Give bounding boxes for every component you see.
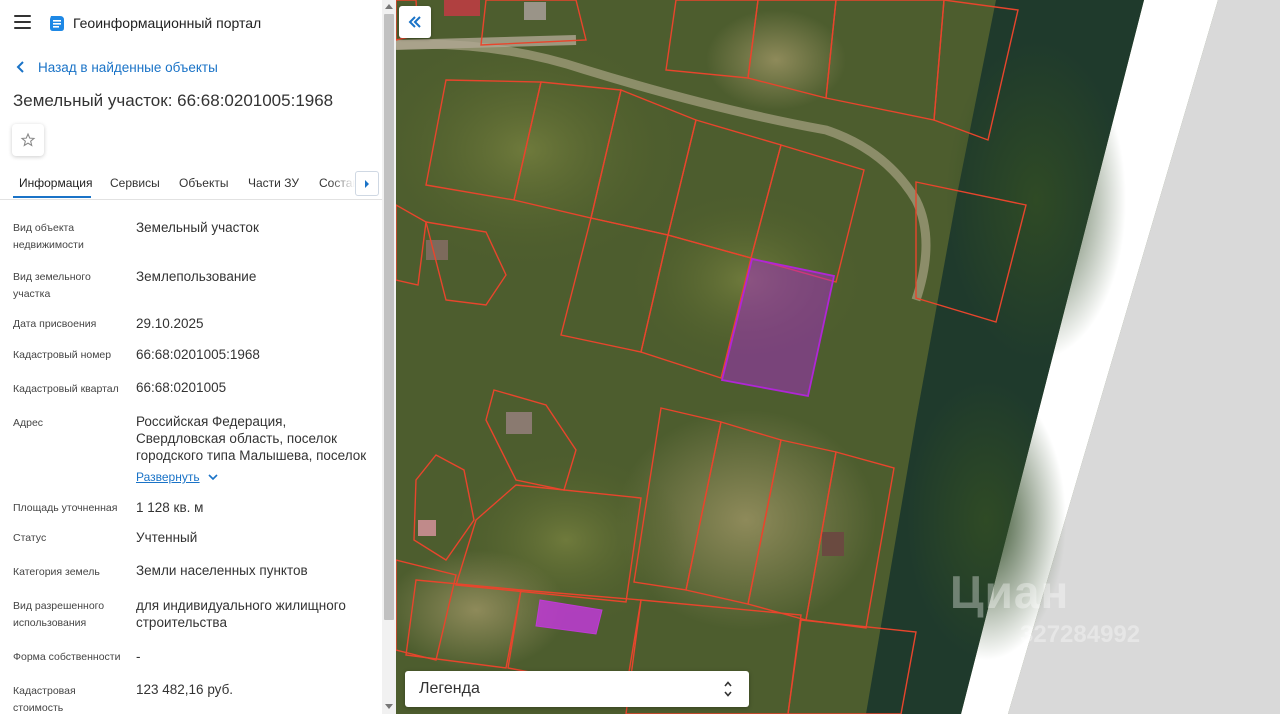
prop-label: Кадастровый квартал — [13, 383, 119, 395]
favorite-button[interactable] — [12, 124, 44, 156]
tab-info[interactable]: Информация — [19, 176, 92, 190]
back-to-results-link[interactable]: Назад в найденные объекты — [16, 59, 218, 75]
back-link-label: Назад в найденные объекты — [38, 59, 218, 75]
collapse-panel-button[interactable] — [399, 6, 431, 38]
caret-right-icon — [365, 179, 369, 188]
prop-label: Адрес — [13, 417, 44, 429]
prop-label: Вид земельного участка — [13, 271, 91, 300]
tab-services[interactable]: Сервисы — [110, 176, 160, 190]
panel-scrollbar[interactable] — [382, 0, 396, 714]
prop-label: Вид разрешенного использования — [13, 600, 105, 629]
page-title: Земельный участок: 66:68:0201005:1968 — [13, 91, 334, 110]
prop-label: Вид объекта недвижимости — [13, 222, 84, 251]
active-tab-indicator — [13, 196, 91, 198]
watermark-brand: Циан — [950, 566, 1070, 618]
prop-value: 1 128 кв. м — [136, 500, 204, 515]
prop-value: Земли населенных пунктов — [136, 563, 308, 578]
prop-label: Дата присвоения — [13, 318, 97, 330]
tab-objects[interactable]: Объекты — [179, 176, 229, 190]
portal-title: Геоинформационный портал — [73, 15, 262, 31]
info-panel: Геоинформационный портал Назад в найденн… — [0, 0, 382, 714]
tab-parts[interactable]: Части ЗУ — [248, 176, 299, 190]
prop-value: Учтенный — [136, 530, 198, 545]
scroll-up-arrow-icon[interactable] — [385, 4, 393, 9]
expand-address-link[interactable]: Развернуть — [136, 470, 219, 484]
prop-value: 66:68:0201005:1968 — [136, 347, 260, 362]
legend-label: Легенда — [419, 680, 480, 697]
prop-value: Землепользование — [136, 269, 257, 284]
prop-label: Форма собственности — [13, 651, 121, 663]
chevron-down-icon — [208, 474, 218, 481]
legend-dropdown[interactable]: Легенда — [405, 671, 749, 707]
prop-value: Земельный участок — [136, 220, 259, 235]
prop-label: Кадастровая стоимость — [13, 685, 76, 714]
tabs-scroll-right-button[interactable] — [355, 171, 379, 196]
map-view[interactable] — [396, 0, 1280, 714]
star-icon — [20, 132, 36, 147]
up-down-arrows-icon — [724, 681, 732, 697]
prop-value: 123 482,16 руб. — [136, 682, 234, 697]
watermark-phone: 327284992 — [1020, 621, 1141, 648]
scroll-down-arrow-icon[interactable] — [385, 704, 393, 709]
prop-label: Кадастровый номер — [13, 349, 112, 361]
prop-label: Категория земель — [13, 566, 100, 578]
prop-label: Площадь уточненная — [13, 502, 118, 514]
top-bar: Геоинформационный портал — [0, 0, 382, 46]
prop-value: 29.10.2025 — [136, 316, 204, 331]
scroll-thumb[interactable] — [384, 14, 394, 620]
prop-value: 66:68:0201005 — [136, 380, 227, 395]
tab-fade — [330, 168, 355, 199]
expand-label: Развернуть — [136, 470, 200, 484]
double-chevron-left-icon — [408, 16, 421, 28]
prop-value: - — [136, 649, 141, 664]
address-value: Российская Федерация, Свердловская облас… — [136, 414, 367, 463]
prop-value: для индивидуального жилищного строительс… — [136, 598, 346, 630]
prop-label: Статус — [13, 532, 47, 544]
portal-logo-icon — [50, 16, 64, 31]
satellite-map[interactable] — [396, 0, 1280, 714]
menu-icon[interactable] — [14, 15, 31, 29]
chevron-left-icon — [16, 61, 24, 73]
